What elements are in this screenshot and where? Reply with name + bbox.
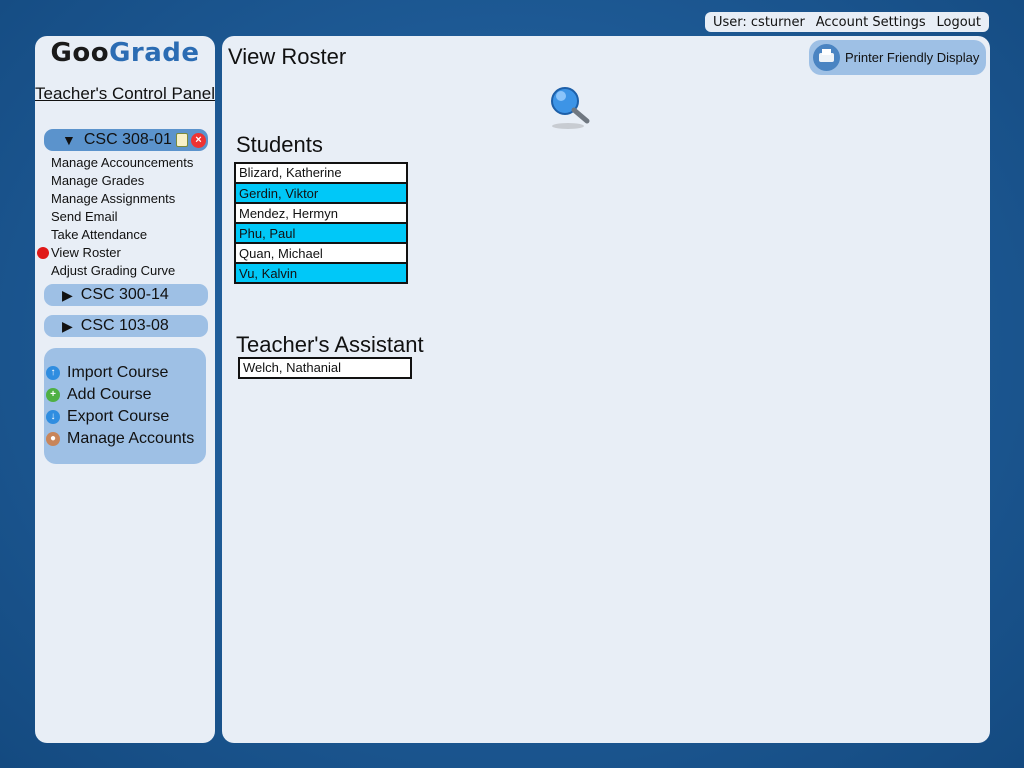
students-list: Blizard, Katherine Gerdin, Viktor Mendez… [234, 162, 408, 284]
teaching-assistant-row[interactable]: Welch, Nathanial [238, 357, 412, 379]
user-icon: ● [46, 432, 60, 446]
user-bar: User: csturner Account Settings Logout [705, 12, 989, 32]
collapse-arrow-icon: ▼ [62, 132, 76, 148]
menu-item-take-attendance[interactable]: Take Attendance [51, 227, 211, 245]
student-row[interactable]: Blizard, Katherine [236, 164, 406, 182]
course-csc-103-08[interactable]: ▶ CSC 103-08 [44, 315, 208, 337]
student-row[interactable]: Phu, Paul [236, 222, 406, 242]
add-icon: + [46, 388, 60, 402]
delete-icon[interactable]: × [190, 132, 206, 148]
course-menu: Manage Accouncements Manage Grades Manag… [37, 155, 211, 281]
student-row[interactable]: Vu, Kalvin [236, 262, 406, 282]
app-logo: GooGrade [35, 38, 215, 68]
course-name: CSC 300-14 [80, 286, 169, 303]
course-name: CSC 308-01 [83, 131, 172, 148]
export-icon: ↓ [46, 410, 60, 424]
course-name: CSC 103-08 [80, 317, 169, 334]
teaching-assistant-heading: Teacher's Assistant [236, 332, 424, 357]
manage-accounts-button[interactable]: ● Manage Accounts [46, 428, 206, 450]
course-csc-300-14[interactable]: ▶ CSC 300-14 [44, 284, 208, 306]
menu-item-manage-announcements[interactable]: Manage Accouncements [51, 155, 211, 173]
main-content: View Roster Printer Friendly Display Stu… [222, 36, 990, 743]
course-actions-panel: ↑ Import Course + Add Course ↓ Export Co… [44, 348, 206, 464]
student-row[interactable]: Quan, Michael [236, 242, 406, 262]
menu-item-view-roster[interactable]: View Roster [37, 245, 211, 263]
edit-icon[interactable] [175, 132, 188, 147]
expand-arrow-icon: ▶ [62, 317, 73, 334]
page-title: View Roster [228, 44, 347, 69]
import-course-button[interactable]: ↑ Import Course [46, 362, 206, 384]
export-course-button[interactable]: ↓ Export Course [46, 406, 206, 428]
printer-icon [813, 44, 840, 71]
logo-grade: Grade [109, 38, 200, 68]
student-row[interactable]: Mendez, Hermyn [236, 202, 406, 222]
account-settings-link[interactable]: Account Settings [816, 15, 926, 30]
sidebar: GooGrade Teacher's Control Panel ▼ CSC 3… [35, 36, 215, 743]
import-icon: ↑ [46, 366, 60, 380]
course-csc-308-01[interactable]: ▼ CSC 308-01 × [44, 129, 208, 151]
students-heading: Students [236, 132, 323, 157]
menu-item-send-email[interactable]: Send Email [51, 209, 211, 227]
menu-item-manage-assignments[interactable]: Manage Assignments [51, 191, 211, 209]
printer-friendly-label: Printer Friendly Display [845, 50, 980, 65]
logout-link[interactable]: Logout [936, 15, 981, 30]
user-label: User: csturner [713, 14, 805, 30]
expand-arrow-icon: ▶ [62, 286, 73, 303]
student-row[interactable]: Gerdin, Viktor [236, 182, 406, 202]
search-icon[interactable] [548, 84, 592, 132]
panel-title[interactable]: Teacher's Control Panel [35, 84, 215, 104]
menu-item-manage-grades[interactable]: Manage Grades [51, 173, 211, 191]
printer-friendly-button[interactable]: Printer Friendly Display [809, 40, 986, 75]
logo-goo: Goo [50, 38, 110, 68]
menu-item-adjust-grading-curve[interactable]: Adjust Grading Curve [51, 263, 211, 281]
selected-indicator-icon [37, 247, 49, 259]
add-course-button[interactable]: + Add Course [46, 384, 206, 406]
